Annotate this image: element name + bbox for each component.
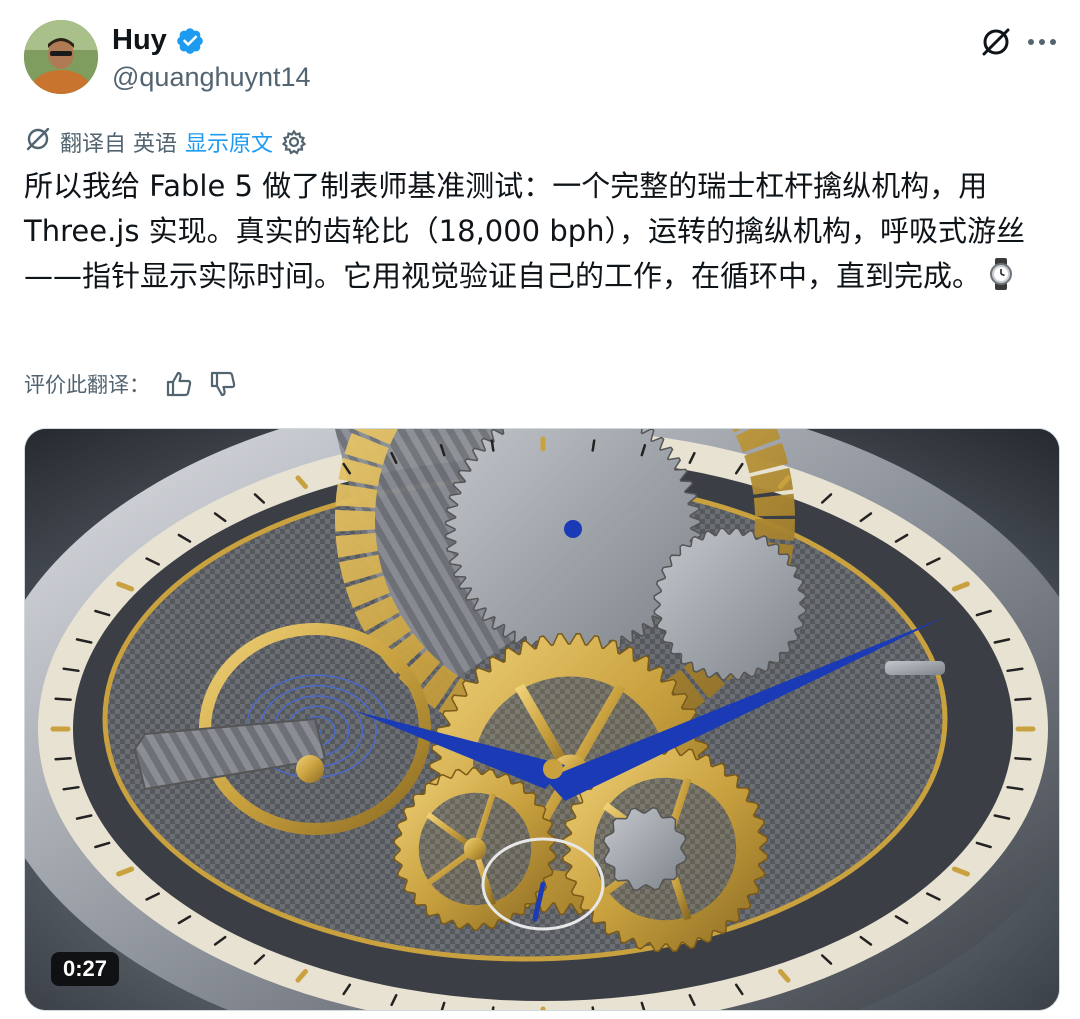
translate-icon [24, 125, 52, 159]
thumbs-up-icon[interactable] [164, 369, 194, 399]
gear-icon[interactable] [281, 129, 307, 155]
grok-icon[interactable] [976, 22, 1016, 62]
author-name[interactable]: Huy [112, 24, 167, 57]
thumbs-down-icon[interactable] [208, 369, 238, 399]
tweet-header: Huy @quanghuynt14 [24, 18, 1060, 98]
show-original-link[interactable]: 显示原文 [185, 126, 273, 158]
tweet-body: 所以我给 Fable 5 做了制表师基准测试：一个完整的瑞士杠杆擒纵机构，用 T… [24, 169, 1026, 293]
author-handle[interactable]: @quanghuynt14 [112, 62, 311, 93]
avatar[interactable] [24, 20, 98, 94]
rate-label: 评价此翻译： [24, 373, 150, 397]
name-row: Huy [112, 24, 205, 57]
watch-emoji-icon [987, 258, 1015, 290]
translation-row: 翻译自 英语 显示原文 [24, 124, 307, 160]
verified-badge-icon [175, 26, 205, 56]
video-player[interactable]: 0:27 [24, 428, 1060, 1011]
rate-translation-row: 评价此翻译： [24, 366, 238, 402]
more-icon[interactable] [1024, 22, 1060, 62]
translation-label: 翻译自 英语 [60, 132, 177, 157]
tweet-text: 所以我给 Fable 5 做了制表师基准测试：一个完整的瑞士杠杆擒纵机构，用 T… [24, 164, 1060, 299]
watch-movement-render [25, 429, 1059, 1010]
video-duration: 0:27 [51, 952, 120, 986]
